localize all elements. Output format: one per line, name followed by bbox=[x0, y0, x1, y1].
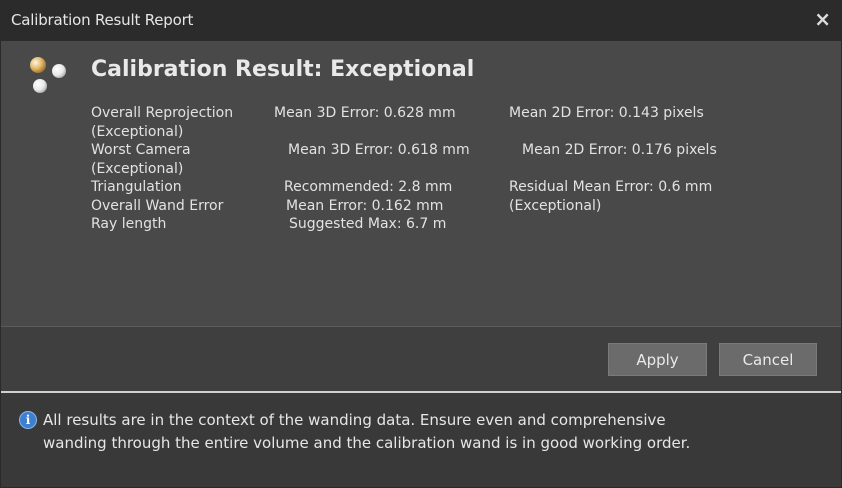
calibration-result-dialog: Calibration Result Report × Calibration … bbox=[0, 0, 842, 488]
result-row-triangulation: Triangulation Recommended: 2.8 mm Residu… bbox=[91, 178, 831, 197]
result-panel: Calibration Result: Exceptional Overall … bbox=[1, 41, 841, 326]
result-label: Overall Wand Error bbox=[91, 197, 224, 214]
three-markers-logo-icon bbox=[30, 57, 66, 93]
result-row-overall-reprojection: Overall Reprojection Mean 3D Error: 0.62… bbox=[91, 104, 831, 123]
apply-button[interactable]: Apply bbox=[608, 343, 707, 376]
info-message-line: All results are in the context of the wa… bbox=[43, 411, 666, 429]
result-mean-error: Mean Error: 0.162 mm bbox=[286, 197, 444, 214]
result-row-overall-wand-error: Overall Wand Error Mean Error: 0.162 mm … bbox=[91, 197, 831, 216]
result-label: Ray length bbox=[91, 216, 167, 232]
result-status: (Exceptional) bbox=[91, 123, 184, 140]
result-label: Overall Reprojection bbox=[91, 105, 234, 121]
result-mean-2d-error: Mean 2D Error: 0.143 pixels bbox=[509, 105, 704, 121]
result-row-worst-camera: Worst Camera Mean 3D Error: 0.618 mm Mea… bbox=[91, 141, 831, 160]
result-status: (Exceptional) bbox=[509, 197, 602, 214]
result-row-status: (Exceptional) bbox=[91, 160, 831, 179]
results-table: Overall Reprojection Mean 3D Error: 0.62… bbox=[91, 104, 831, 234]
info-message: All results are in the context of the wa… bbox=[43, 409, 833, 455]
result-residual-mean-error: Residual Mean Error: 0.6 mm bbox=[509, 179, 713, 195]
close-icon[interactable]: × bbox=[814, 7, 831, 31]
info-message-line: wanding through the entire volume and th… bbox=[43, 434, 691, 452]
result-status: (Exceptional) bbox=[91, 160, 184, 177]
result-row-status: (Exceptional) bbox=[91, 123, 831, 142]
result-mean-3d-error: Mean 3D Error: 0.628 mm bbox=[274, 105, 456, 121]
info-icon: i bbox=[19, 411, 37, 429]
result-label: Triangulation bbox=[91, 179, 182, 195]
info-bar: i All results are in the context of the … bbox=[1, 393, 841, 487]
result-label: Worst Camera bbox=[91, 142, 191, 158]
title-bar[interactable]: Calibration Result Report × bbox=[1, 1, 841, 41]
window-title: Calibration Result Report bbox=[11, 11, 194, 29]
result-mean-2d-error: Mean 2D Error: 0.176 pixels bbox=[522, 142, 717, 158]
button-bar: Apply Cancel bbox=[1, 327, 841, 391]
result-suggested-max: Suggested Max: 6.7 m bbox=[289, 216, 447, 232]
cancel-button[interactable]: Cancel bbox=[719, 343, 817, 376]
result-row-ray-length: Ray length Suggested Max: 6.7 m bbox=[91, 215, 831, 234]
result-mean-3d-error: Mean 3D Error: 0.618 mm bbox=[288, 142, 470, 158]
result-recommended: Recommended: 2.8 mm bbox=[284, 179, 453, 195]
calibration-result-heading: Calibration Result: Exceptional bbox=[91, 57, 475, 82]
